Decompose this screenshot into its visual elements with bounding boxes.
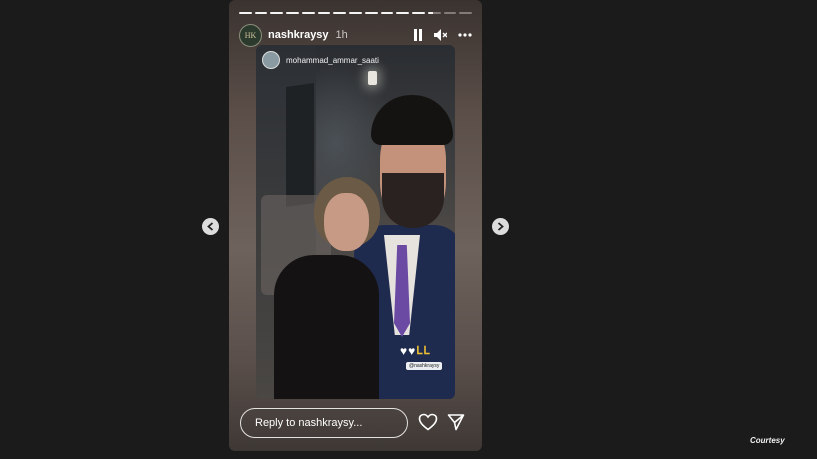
- progress-segment: [301, 12, 315, 14]
- progress-segment: [412, 12, 425, 14]
- next-story-button[interactable]: [492, 218, 509, 235]
- progress-segment: [459, 12, 473, 14]
- white-heart-icon: ♥: [408, 344, 416, 358]
- chevron-left-icon: [207, 222, 214, 231]
- progress-segment: [364, 12, 378, 14]
- progress-segment: [349, 12, 362, 14]
- story-header: HK nashkraysy 1h: [239, 23, 472, 47]
- mute-icon[interactable]: [434, 29, 447, 41]
- avatar[interactable]: HK: [239, 23, 262, 47]
- story-media-photo[interactable]: mohammad_ammar_saati ♥ ♥ ᒪ ᒪ @nashkraysy: [256, 45, 455, 399]
- flexed-arm-icon: ᒪ: [423, 344, 430, 357]
- chevron-right-icon: [497, 222, 504, 231]
- more-icon[interactable]: [458, 33, 472, 37]
- progress-segment: [270, 12, 284, 14]
- flexed-arm-icon: ᒪ: [416, 344, 423, 357]
- progress-segment: [239, 12, 252, 14]
- progress-segment: [396, 12, 410, 14]
- progress-segment: [286, 12, 299, 14]
- heart-icon[interactable]: [418, 413, 438, 433]
- reposted-from[interactable]: mohammad_ammar_saati: [262, 51, 379, 69]
- pause-icon[interactable]: [413, 29, 423, 41]
- woman-figure: [274, 255, 379, 399]
- white-heart-icon: ♥: [400, 344, 408, 358]
- reply-input[interactable]: Reply to nashkraysy...: [240, 408, 408, 438]
- emoji-sticker: ♥ ♥ ᒪ ᒪ: [400, 345, 430, 357]
- repost-username: mohammad_ammar_saati: [286, 55, 379, 65]
- courtesy-watermark: Courtesy: [750, 436, 785, 445]
- story-viewer: HK nashkraysy 1h mohammad_ammar_saati ♥ …: [229, 0, 482, 451]
- story-username[interactable]: nashkraysy: [268, 29, 329, 41]
- story-time: 1h: [335, 29, 348, 41]
- progress-segment: [380, 12, 394, 14]
- mention-sticker[interactable]: @nashkraysy: [406, 362, 443, 370]
- progress-segment: [317, 12, 331, 14]
- send-icon[interactable]: [447, 413, 467, 433]
- progress-segment-current: [427, 12, 441, 14]
- story-progress-bar: [239, 12, 473, 14]
- reply-placeholder: Reply to nashkraysy...: [255, 417, 363, 429]
- progress-segment: [254, 12, 268, 14]
- progress-segment: [333, 12, 347, 14]
- avatar-initials: HK: [244, 30, 257, 40]
- previous-story-button[interactable]: [202, 218, 219, 235]
- progress-segment: [443, 12, 457, 14]
- ceiling-lamp: [368, 71, 377, 85]
- repost-avatar: [262, 51, 280, 69]
